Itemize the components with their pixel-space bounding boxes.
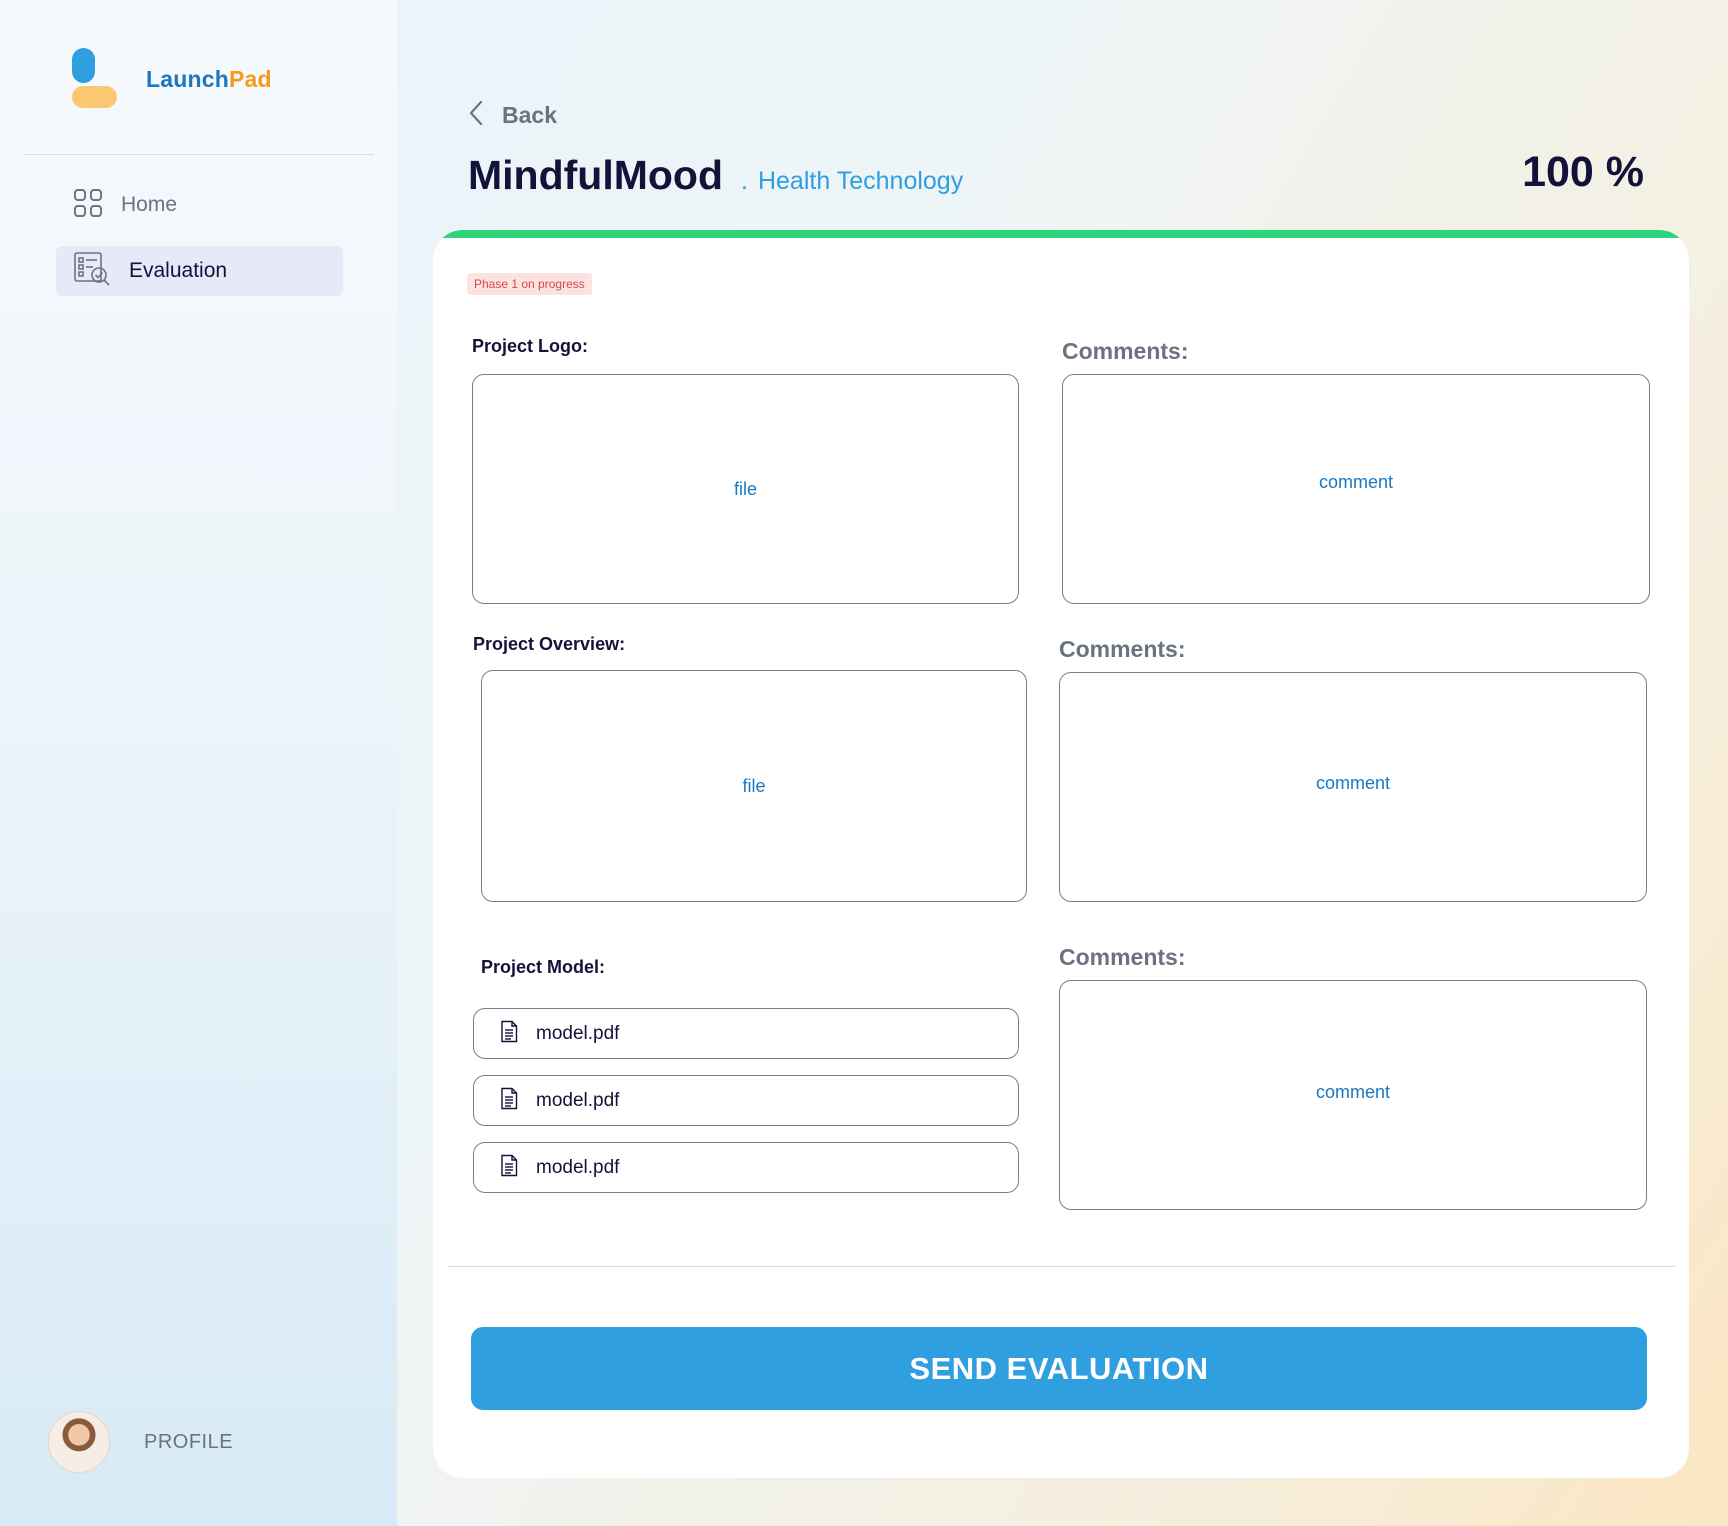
brand-name: LaunchPad <box>146 65 272 92</box>
status-badge: Phase 1 on progress <box>467 273 592 295</box>
file-placeholder: file <box>733 478 757 499</box>
comments-label: Comments: <box>1062 338 1189 364</box>
comments-label: Comments: <box>1059 636 1186 662</box>
progress-bar-fill <box>433 230 1689 238</box>
file-name: model.pdf <box>536 1022 620 1044</box>
sidebar-item-home[interactable]: Home <box>56 180 343 230</box>
sidebar: LaunchPad Home Evaluation PROFILE <box>0 0 397 1526</box>
comment-placeholder: comment <box>1315 772 1391 793</box>
sidebar-item-label: Home <box>121 193 178 216</box>
app-logo[interactable]: LaunchPad <box>70 48 272 110</box>
project-overview-file-box[interactable]: file <box>481 670 1027 902</box>
chevron-left-icon <box>468 100 484 131</box>
model-file-item[interactable]: model.pdf <box>473 1075 1019 1126</box>
back-label: Back <box>502 102 557 128</box>
sidebar-divider <box>24 154 374 155</box>
comment-placeholder: comment <box>1318 471 1394 492</box>
project-logo-file-box[interactable]: file <box>472 374 1019 604</box>
send-evaluation-button[interactable]: SEND EVALUATION <box>471 1327 1647 1410</box>
project-header: MindfulMood . Health Technology <box>468 152 963 199</box>
comment-placeholder: comment <box>1315 1081 1391 1102</box>
project-model-comment-box[interactable]: comment <box>1059 980 1647 1210</box>
file-name: model.pdf <box>536 1089 620 1111</box>
file-name: model.pdf <box>536 1156 620 1178</box>
grid-icon <box>73 188 103 223</box>
project-overview-comment-box[interactable]: comment <box>1059 672 1647 902</box>
page-title: MindfulMood <box>468 152 724 198</box>
project-model-label: Project Model: <box>481 957 606 977</box>
model-file-item[interactable]: model.pdf <box>473 1142 1019 1193</box>
evaluation-card: Phase 1 on progress Project Logo: file C… <box>433 230 1689 1478</box>
progress-bar <box>433 230 1689 238</box>
project-logo-label: Project Logo: <box>472 336 588 356</box>
comments-label: Comments: <box>1059 944 1186 970</box>
project-overview-label: Project Overview: <box>473 634 626 654</box>
project-category: . Health Technology <box>741 167 964 195</box>
sidebar-item-label: Evaluation <box>129 259 228 282</box>
project-logo-comment-box[interactable]: comment <box>1062 374 1650 604</box>
logo-icon <box>70 48 118 110</box>
sidebar-item-evaluation[interactable]: Evaluation <box>56 246 343 296</box>
back-button[interactable]: Back <box>468 100 557 131</box>
document-icon <box>500 1020 518 1048</box>
card-divider <box>447 1266 1675 1267</box>
progress-percentage: 100 % <box>1522 148 1644 196</box>
profile-label: PROFILE <box>144 1430 234 1453</box>
model-file-item[interactable]: model.pdf <box>473 1008 1019 1059</box>
file-placeholder: file <box>742 775 766 796</box>
profile-link[interactable]: PROFILE <box>48 1411 233 1473</box>
avatar <box>48 1411 110 1473</box>
evaluation-icon <box>73 251 111 292</box>
document-icon <box>500 1154 518 1182</box>
document-icon <box>500 1087 518 1115</box>
